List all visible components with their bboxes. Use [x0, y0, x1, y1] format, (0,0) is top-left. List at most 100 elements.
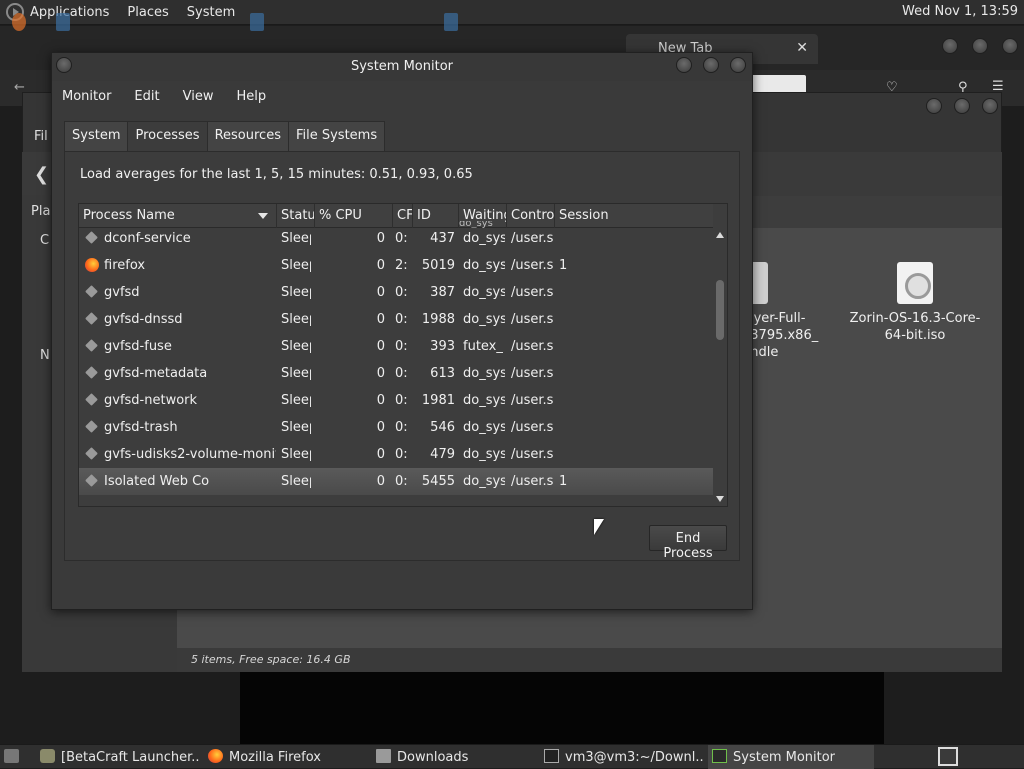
mouse-pointer-icon [594, 519, 604, 535]
column-process-name[interactable]: Process Name [79, 204, 277, 228]
maximize-icon[interactable] [972, 38, 988, 54]
close-window-icon[interactable] [1002, 38, 1018, 54]
cell-waiting: futex_ [463, 339, 503, 354]
cell-name: gvfsd-dnssd [104, 312, 183, 327]
file-item[interactable]: Zorin-OS-16.3-Core- 64-bit.iso [846, 262, 984, 344]
table-row[interactable]: Isolated Web Co Sleep 0 0: 5455 do_sys/user.s… [79, 468, 713, 495]
folder-icon [376, 749, 391, 763]
tab-resources[interactable]: Resources [206, 121, 289, 151]
close-tab-icon[interactable]: ✕ [796, 40, 808, 56]
column-status[interactable]: Statu [277, 204, 315, 228]
partial-row: do_sys [459, 221, 493, 228]
file-name-line: 64-bit.iso [884, 328, 946, 343]
vertical-scrollbar[interactable] [713, 228, 727, 506]
taskbar-item[interactable]: Mozilla Firefox [208, 745, 368, 769]
column-session[interactable]: Session [555, 204, 713, 228]
menu-edit[interactable]: Edit [134, 89, 159, 104]
end-process-button[interactable]: End Process [649, 525, 727, 561]
sidebar-item[interactable]: N [40, 348, 50, 363]
cell-name: firefox [104, 258, 146, 273]
file-menu[interactable]: Fil [34, 129, 48, 144]
cell-status: Sleep [281, 258, 311, 273]
bottom-panel: [BetaCraft Launcher... Mozilla Firefox D… [0, 744, 1024, 769]
show-desktop-button[interactable] [4, 745, 26, 769]
menu-view[interactable]: View [183, 89, 214, 104]
table-row[interactable]: firefox Sleep 0 2: 5019 do_sys/user.s 1 [79, 252, 713, 279]
taskbar-item[interactable]: Downloads [376, 745, 536, 769]
menu-places[interactable]: Places [127, 5, 168, 20]
menu-help[interactable]: Help [236, 89, 266, 104]
column-control[interactable]: Contro [507, 204, 555, 228]
cell-pid: 1988 [421, 312, 455, 327]
cell-status: Sleep [281, 366, 311, 381]
cell-cpu: 0 [376, 339, 385, 354]
menubar: Monitor Edit View Help [52, 81, 752, 111]
places-label: Pla [31, 204, 51, 219]
taskbar-item[interactable]: vm3@vm3:~/Downl... [544, 745, 704, 769]
tab-file-systems[interactable]: File Systems [287, 121, 386, 151]
minimize-icon[interactable] [942, 38, 958, 54]
cell-control: /user.s [511, 258, 553, 273]
panel-clock[interactable]: Wed Nov 1, 13:59 [902, 4, 1018, 19]
maximize-icon[interactable] [954, 98, 970, 114]
tab-favicon-icon[interactable] [250, 13, 264, 31]
taskbar-item-active[interactable]: System Monitor [708, 745, 874, 769]
app-icon [40, 749, 55, 763]
scroll-down-arrow-icon[interactable] [716, 496, 724, 502]
cell-cpu: 0 [376, 285, 385, 300]
cell-status: Sleep [281, 231, 311, 246]
gear-icon [85, 312, 98, 325]
cell-waiting: do_sys [463, 285, 505, 300]
gear-icon [85, 447, 98, 460]
table-row[interactable]: gvfsd-trash Sleep 0 0: 546 do_sys/user.s [79, 414, 713, 441]
cell-cputime: 0: [395, 420, 407, 435]
minimize-icon[interactable] [676, 57, 692, 73]
cell-session: 1 [559, 258, 568, 273]
scroll-up-arrow-icon[interactable] [716, 232, 724, 238]
processes-page: Load averages for the last 1, 5, 15 minu… [64, 151, 740, 561]
tab-favicon-icon[interactable] [56, 13, 70, 31]
gear-icon [85, 231, 98, 244]
table-row[interactable]: gvfsd-metadata Sleep 0 0: 613 do_sys/user.s [79, 360, 713, 387]
menu-system[interactable]: System [187, 5, 235, 20]
maximize-icon[interactable] [703, 57, 719, 73]
minimize-icon[interactable] [926, 98, 942, 114]
cell-control: /user.s [511, 447, 553, 462]
cell-control: /user.s [511, 474, 553, 489]
tab-system[interactable]: System [64, 121, 129, 151]
process-table[interactable]: Process Name Statu % CPU CF ID Waiting C… [78, 203, 728, 507]
file-manager-status: 5 items, Free space: 16.4 GB [177, 648, 1002, 672]
close-window-icon[interactable] [982, 98, 998, 114]
taskbar-label: Downloads [397, 750, 469, 765]
menu-monitor[interactable]: Monitor [62, 89, 111, 104]
cell-waiting: do_sys [463, 312, 505, 327]
column-cpu[interactable]: % CPU [315, 204, 393, 228]
cell-pid: 387 [430, 285, 455, 300]
table-row[interactable]: gvfsd-fuse Sleep 0 0: 393 futex_ /user.s [79, 333, 713, 360]
table-row[interactable]: dconf-service Sleep 0 0: 437 do_sys/user.s [79, 228, 713, 252]
cell-cpu: 0 [376, 312, 385, 327]
firefox-menu-icon[interactable] [12, 13, 26, 31]
tab-favicon-icon[interactable] [444, 13, 458, 31]
cell-pid: 613 [430, 366, 455, 381]
scrollbar-thumb[interactable] [716, 280, 724, 340]
cell-cpu: 0 [376, 231, 385, 246]
sidebar-item[interactable]: C [40, 233, 49, 248]
taskbar-label: System Monitor [733, 750, 836, 765]
column-id[interactable]: ID [413, 204, 459, 228]
back-arrow-icon[interactable]: ❮ [34, 164, 49, 185]
gear-icon [85, 339, 98, 352]
table-row[interactable]: gvfsd Sleep 0 0: 387 do_sys/user.s [79, 279, 713, 306]
cell-cpu: 0 [376, 393, 385, 408]
table-row[interactable]: gvfs-udisks2-volume-monito Sleep 0 0: 479 do_… [79, 441, 713, 468]
cell-status: Sleep [281, 420, 311, 435]
titlebar[interactable]: System Monitor [52, 53, 752, 81]
taskbar-item[interactable]: [BetaCraft Launcher... [40, 745, 200, 769]
workspace-switcher-icon[interactable] [938, 747, 958, 766]
column-cpu-time[interactable]: CF [393, 204, 413, 228]
table-row[interactable]: gvfsd-network Sleep 0 0: 1981 do_sys/user.s [79, 387, 713, 414]
taskbar-label: Mozilla Firefox [229, 750, 321, 765]
close-window-icon[interactable] [730, 57, 746, 73]
tab-processes[interactable]: Processes [127, 121, 208, 152]
table-row[interactable]: gvfsd-dnssd Sleep 0 0: 1988 do_sys/user.s [79, 306, 713, 333]
